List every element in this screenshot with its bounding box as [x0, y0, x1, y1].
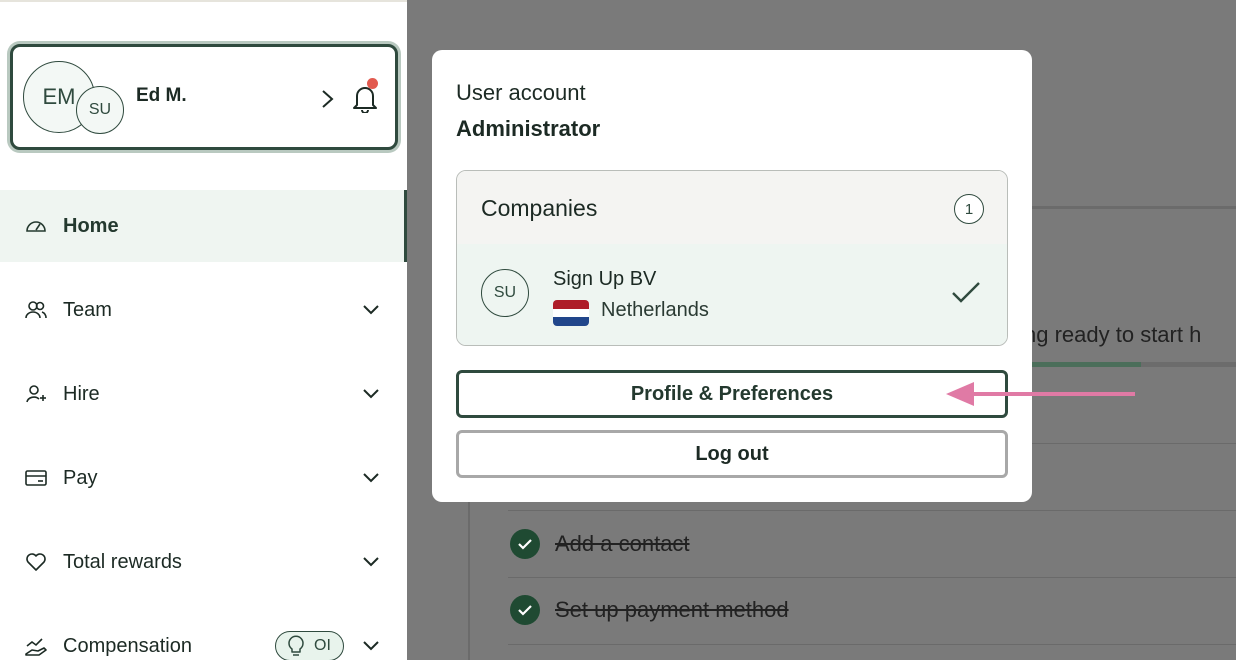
badge-label: OI: [314, 637, 331, 654]
chevron-down-icon[interactable]: [360, 467, 382, 489]
chart-hand-icon: [25, 638, 47, 656]
openinsights-badge: OI: [275, 631, 344, 660]
company-item[interactable]: SU Sign Up BV Netherlands: [457, 244, 1007, 345]
companies-header: Companies 1: [457, 171, 1007, 244]
sidebar-item-label: Total rewards: [63, 550, 182, 573]
sidebar-item-label: Pay: [63, 466, 98, 489]
user-name: Ed M.: [136, 85, 187, 106]
chevron-down-icon[interactable]: [360, 383, 382, 405]
lightbulb-icon: [288, 635, 304, 656]
company-name: Sign Up BV: [553, 268, 657, 290]
company-avatar: SU: [481, 269, 529, 317]
sidebar-item-compensation[interactable]: Compensation: [0, 610, 407, 660]
task-item: Set up payment method: [510, 595, 789, 625]
credit-card-icon: [25, 470, 47, 486]
task-item: Add a contact: [510, 529, 690, 559]
onboarding-heading: ng ready to start h: [1024, 322, 1202, 347]
user-account-popover: User account Administrator Companies 1 S…: [432, 50, 1032, 502]
sidebar-item-label: Compensation: [63, 634, 192, 657]
chevron-down-icon[interactable]: [360, 635, 382, 657]
task-label: Add a contact: [555, 531, 690, 556]
sidebar-item-home[interactable]: Home: [0, 190, 407, 262]
user-account-card[interactable]: EM SU Ed M.: [10, 44, 398, 150]
dashboard-gauge-icon: [26, 221, 46, 232]
people-icon: [25, 301, 47, 319]
popover-title: User account: [456, 80, 586, 105]
check-circle-icon: [510, 529, 540, 559]
checkmark-icon: [952, 282, 980, 303]
sidebar-item-team[interactable]: Team: [0, 274, 407, 346]
sidebar-item-hire[interactable]: Hire: [0, 358, 407, 430]
companies-label: Companies: [481, 195, 598, 221]
company-avatar-small: SU: [76, 86, 124, 134]
divider: [508, 644, 1236, 645]
netherlands-flag-icon: [553, 300, 589, 326]
notification-dot: [367, 78, 378, 89]
divider: [508, 577, 1236, 578]
profile-preferences-button[interactable]: Profile & Preferences: [456, 370, 1008, 418]
company-country: Netherlands: [601, 299, 709, 321]
chevron-right-icon[interactable]: [317, 87, 337, 111]
onboarding-progress-bar: [1030, 362, 1236, 367]
add-person-icon: [26, 385, 46, 403]
sidebar: EM SU Ed M. Home Team Hire Pay Total rew…: [0, 0, 407, 660]
task-label: Set up payment method: [555, 597, 789, 622]
divider: [508, 510, 1236, 511]
log-out-button[interactable]: Log out: [456, 430, 1008, 478]
sidebar-item-total-rewards[interactable]: Total rewards: [0, 526, 407, 598]
sidebar-item-label: Hire: [63, 382, 100, 405]
chevron-down-icon[interactable]: [360, 299, 382, 321]
sidebar-item-label: Team: [63, 298, 112, 321]
companies-section: Companies 1 SU Sign Up BV Netherlands: [456, 170, 1008, 346]
progress-fill: [1030, 362, 1142, 367]
companies-count-badge: 1: [954, 194, 984, 224]
check-circle-icon: [510, 595, 540, 625]
sidebar-item-label: Home: [63, 214, 119, 237]
heart-icon: [26, 553, 46, 571]
user-role: Administrator: [456, 116, 601, 141]
annotation-arrow-icon: [946, 382, 1135, 406]
sidebar-item-pay[interactable]: Pay: [0, 442, 407, 514]
chevron-down-icon[interactable]: [360, 551, 382, 573]
